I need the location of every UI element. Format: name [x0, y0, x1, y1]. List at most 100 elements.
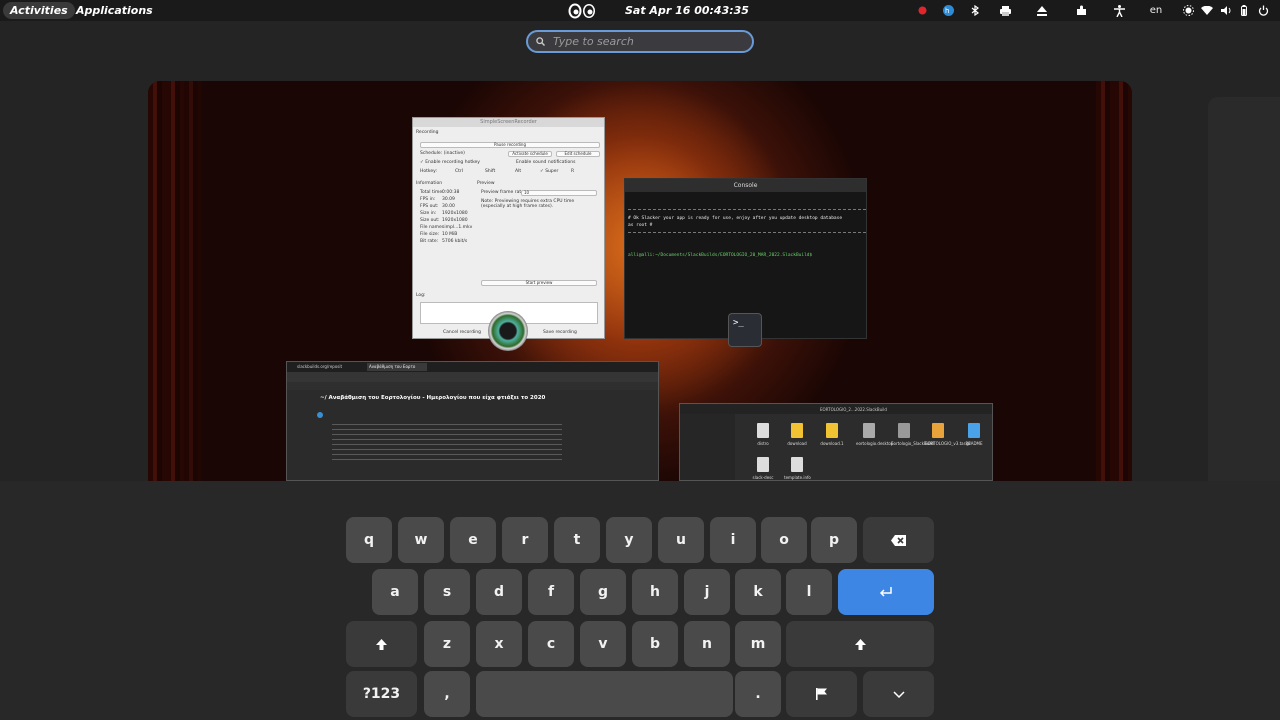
key-t[interactable]: t: [554, 517, 600, 563]
hp-icon[interactable]: h: [940, 0, 956, 21]
alt-checkbox[interactable]: Alt: [515, 169, 521, 174]
printer-icon[interactable]: [997, 0, 1013, 21]
hide-keyboard-key[interactable]: [863, 671, 934, 717]
wifi-icon[interactable]: [1199, 0, 1215, 21]
cancel-recording-button[interactable]: Cancel recording: [443, 330, 481, 335]
preview-heading: Preview: [477, 181, 495, 186]
super-checkbox[interactable]: ✓ Super: [540, 169, 558, 174]
key-a[interactable]: a: [372, 569, 418, 615]
info-label: FPS in:: [420, 197, 436, 202]
enter-key[interactable]: [838, 569, 934, 615]
key-j[interactable]: j: [684, 569, 730, 615]
key-x[interactable]: x: [476, 621, 522, 667]
edit-schedule-button[interactable]: Edit schedule: [556, 151, 600, 157]
shift-key-left[interactable]: [346, 621, 417, 667]
eject-icon[interactable]: [1034, 0, 1050, 21]
file-icon[interactable]: [968, 423, 980, 438]
search-input[interactable]: Type to search: [526, 30, 754, 53]
backspace-icon: [891, 534, 906, 546]
folder-icon[interactable]: [826, 423, 838, 438]
shift-key-right[interactable]: [786, 621, 934, 667]
clock[interactable]: Sat Apr 16 00:43:35: [618, 2, 756, 19]
hotkey-select[interactable]: R: [571, 169, 574, 174]
shift-checkbox[interactable]: Shift: [485, 169, 495, 174]
preview-note: Note: Previewing requires extra CPU time…: [481, 199, 575, 209]
key-o[interactable]: o: [761, 517, 807, 563]
bluetooth-icon[interactable]: [967, 0, 983, 21]
key-g[interactable]: g: [580, 569, 626, 615]
file-icon[interactable]: [757, 423, 769, 438]
browser-tab-active[interactable]: Αναβάθμιση του Εορτο: [367, 363, 427, 371]
key-k[interactable]: k: [735, 569, 781, 615]
file-icon[interactable]: [791, 457, 803, 472]
emoji-key[interactable]: [786, 671, 857, 717]
key-v[interactable]: v: [580, 621, 626, 667]
search-placeholder: Type to search: [553, 35, 634, 48]
battery-icon[interactable]: [1236, 0, 1252, 21]
accessibility-icon[interactable]: [1111, 0, 1127, 21]
key-i[interactable]: i: [710, 517, 756, 563]
key-q[interactable]: q: [346, 517, 392, 563]
info-value: 10 MiB: [442, 232, 458, 237]
next-workspace[interactable]: [1208, 97, 1280, 481]
eyes-icon[interactable]: [561, 3, 595, 19]
info-value: 5706 kbit/s: [442, 239, 468, 244]
activities-button[interactable]: Activities: [3, 2, 75, 19]
enter-icon: [879, 587, 892, 597]
activate-schedule-button[interactable]: Activate schedule: [508, 151, 552, 157]
key-l[interactable]: l: [786, 569, 832, 615]
backspace-key[interactable]: [863, 517, 934, 563]
shift-icon: [854, 638, 866, 650]
file-label: Eortologio_SlackBuild: [891, 441, 934, 446]
browser-tab[interactable]: slackbuilds.org/reposit: [297, 364, 342, 369]
record-indicator-icon[interactable]: [914, 0, 930, 21]
key-w[interactable]: w: [398, 517, 444, 563]
key-f[interactable]: f: [528, 569, 574, 615]
console-prompt[interactable]: alli@alli:~/Documents/SlackBuilds/EORTOL…: [628, 253, 812, 258]
key-z[interactable]: z: [424, 621, 470, 667]
file-icon[interactable]: [757, 457, 769, 472]
power-icon[interactable]: [1255, 0, 1271, 21]
key-h[interactable]: h: [632, 569, 678, 615]
archive-icon[interactable]: [932, 423, 944, 438]
file-icon[interactable]: [898, 423, 910, 438]
numbers-key[interactable]: ?123: [346, 671, 417, 717]
info-value: 30.00: [442, 204, 455, 209]
files-window[interactable]: EORTOLOGIO_2...2022.SlackBuild distro do…: [679, 403, 993, 481]
browser-window[interactable]: slackbuilds.org/reposit Αναβάθμιση του Ε…: [286, 361, 659, 481]
start-preview-button[interactable]: Start preview: [481, 280, 597, 286]
key-y[interactable]: y: [606, 517, 652, 563]
space-key[interactable]: [476, 671, 733, 717]
ctrl-checkbox[interactable]: Ctrl: [455, 169, 463, 174]
log-heading: Log:: [416, 293, 426, 298]
extensions-icon[interactable]: [1073, 0, 1089, 21]
enable-hotkey-checkbox[interactable]: ✓ Enable recording hotkey: [420, 160, 480, 165]
key-u[interactable]: u: [658, 517, 704, 563]
key-e[interactable]: e: [450, 517, 496, 563]
on-screen-keyboard: q w e r t y u i o p a s d f g h j k l z …: [0, 481, 1280, 720]
file-label: download.1: [820, 441, 844, 446]
key-d[interactable]: d: [476, 569, 522, 615]
language-indicator[interactable]: en: [1148, 0, 1164, 21]
screen-recorder-window[interactable]: SimpleScreenRecorder Recording Pause rec…: [412, 117, 605, 339]
save-recording-button[interactable]: Save recording: [543, 330, 577, 335]
info-label: Total time:: [420, 190, 444, 195]
applications-menu[interactable]: Applications: [69, 2, 160, 19]
key-r[interactable]: r: [502, 517, 548, 563]
information-heading: Information: [416, 181, 443, 186]
key-s[interactable]: s: [424, 569, 470, 615]
brightness-icon[interactable]: [1180, 0, 1196, 21]
key-comma[interactable]: ,: [424, 671, 470, 717]
file-icon[interactable]: [863, 423, 875, 438]
preview-rate-input[interactable]: 10: [521, 190, 597, 196]
folder-icon[interactable]: [791, 423, 803, 438]
sound-notifications-checkbox[interactable]: Enable sound notifications: [516, 160, 576, 165]
key-m[interactable]: m: [735, 621, 781, 667]
key-n[interactable]: n: [684, 621, 730, 667]
key-p[interactable]: p: [811, 517, 857, 563]
key-b[interactable]: b: [632, 621, 678, 667]
key-period[interactable]: .: [735, 671, 781, 717]
key-c[interactable]: c: [528, 621, 574, 667]
volume-icon[interactable]: [1218, 0, 1234, 21]
pause-recording-button[interactable]: Pause recording: [420, 142, 600, 148]
